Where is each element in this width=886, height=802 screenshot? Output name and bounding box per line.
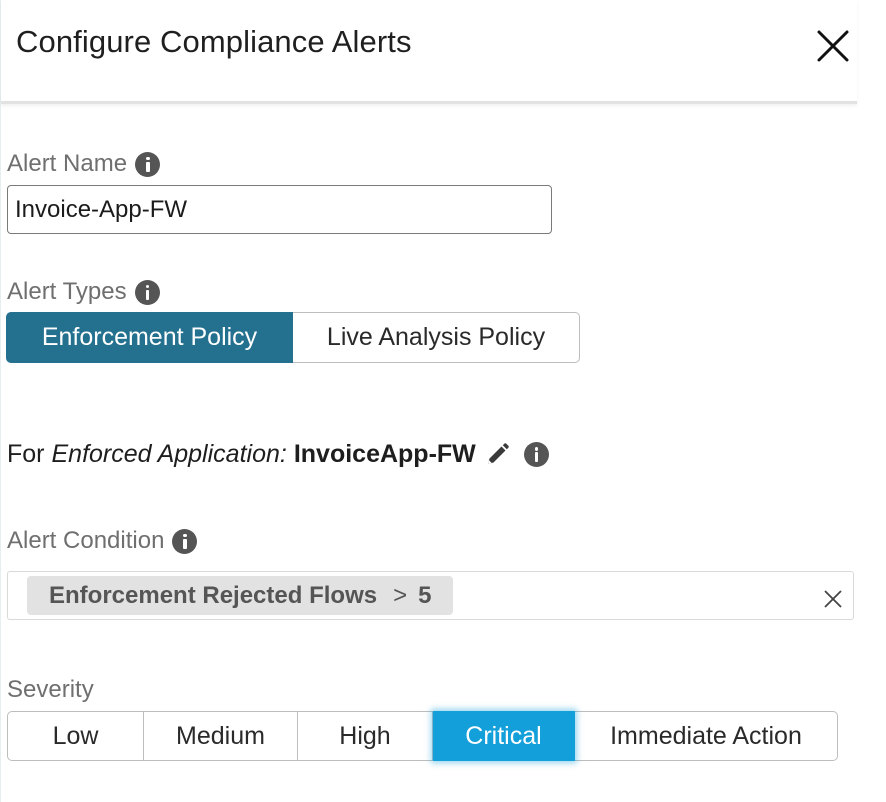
severity-medium[interactable]: Medium <box>144 711 298 761</box>
enforced-application-line: For Enforced Application: InvoiceApp-FW <box>7 440 549 469</box>
alert-types-label: Alert Types <box>7 278 160 306</box>
clear-condition-button[interactable] <box>823 589 843 609</box>
alert-name-label: Alert Name <box>7 150 161 178</box>
severity-label-text: Severity <box>7 676 94 703</box>
alert-type-live-analysis-policy[interactable]: Live Analysis Policy <box>293 312 580 363</box>
alert-condition-input[interactable]: Enforcement Rejected Flows > 5 <box>7 571 854 620</box>
condition-chip[interactable]: Enforcement Rejected Flows > 5 <box>27 576 454 615</box>
enforced-application-kind: Enforced Application: <box>51 440 287 468</box>
alert-name-input[interactable] <box>7 185 552 234</box>
alert-condition-label: Alert Condition <box>7 527 198 555</box>
enforced-application-name: InvoiceApp-FW <box>293 440 476 468</box>
alert-name-label-text: Alert Name <box>7 150 128 177</box>
alert-condition-label-text: Alert Condition <box>7 527 165 554</box>
alert-type-enforcement-policy[interactable]: Enforcement Policy <box>6 312 293 363</box>
info-icon[interactable] <box>135 151 161 177</box>
alert-types-label-text: Alert Types <box>7 278 127 305</box>
info-icon[interactable] <box>134 279 160 305</box>
info-icon[interactable] <box>172 528 198 554</box>
enforced-prefix: For <box>7 440 45 468</box>
close-icon <box>824 590 842 608</box>
dialog-header: Configure Compliance Alerts <box>1 0 857 104</box>
info-icon[interactable] <box>523 442 549 467</box>
pencil-icon[interactable] <box>484 442 510 468</box>
severity-label: Severity <box>7 676 94 704</box>
severity-critical[interactable]: Critical <box>433 711 575 761</box>
condition-operator: > <box>393 581 408 609</box>
condition-metric: Enforcement Rejected Flows <box>49 581 378 609</box>
severity-immediate-action[interactable]: Immediate Action <box>575 711 838 761</box>
severity-low[interactable]: Low <box>7 711 144 761</box>
severity-toggle: Low Medium High Critical Immediate Actio… <box>7 711 838 761</box>
condition-value: 5 <box>418 581 432 609</box>
close-button[interactable] <box>815 28 851 64</box>
dialog-title: Configure Compliance Alerts <box>16 24 412 59</box>
close-icon <box>817 30 849 62</box>
severity-high[interactable]: High <box>298 711 433 761</box>
alert-types-toggle: Enforcement Policy Live Analysis Policy <box>6 312 580 363</box>
configure-alerts-panel: Configure Compliance Alerts Alert Name A… <box>0 0 886 802</box>
